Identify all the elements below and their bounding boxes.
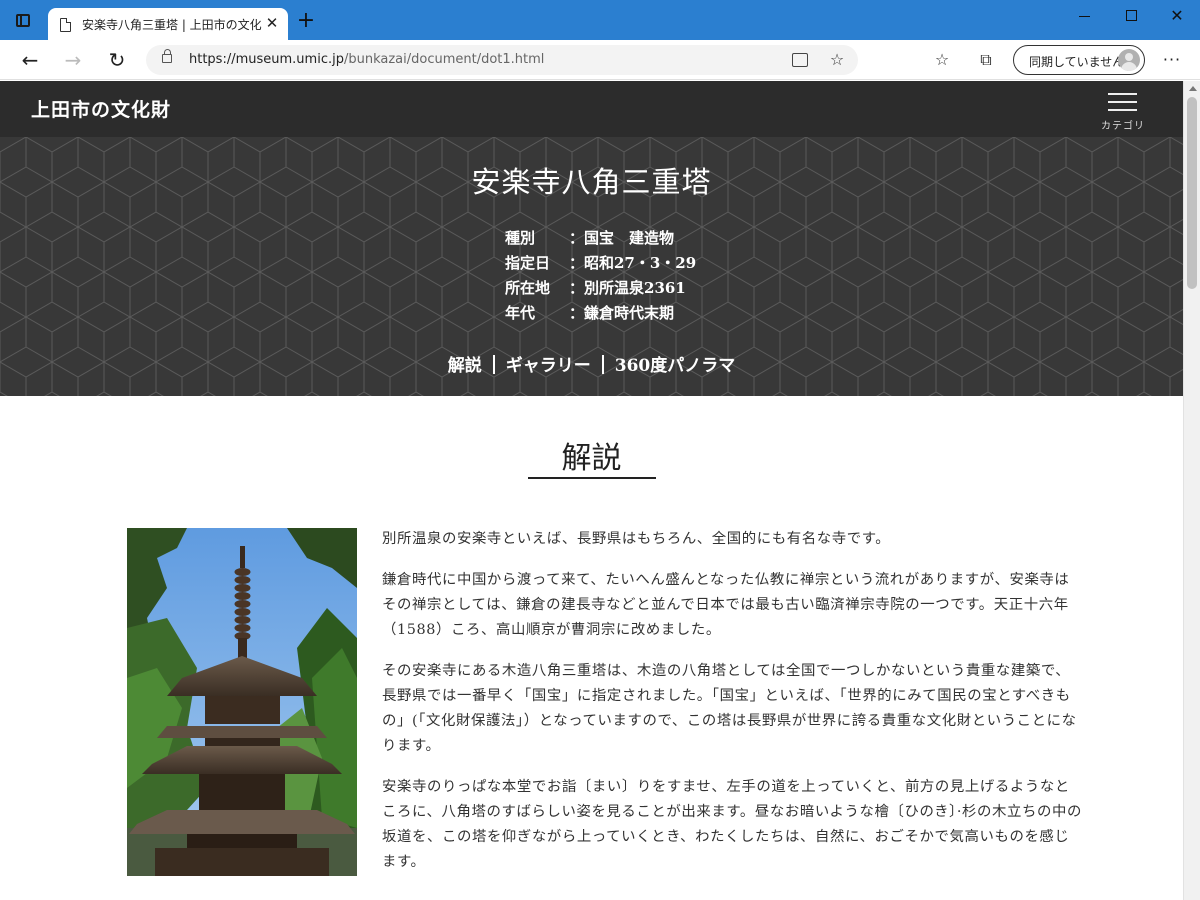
article-paragraph: 安楽寺のりっぱな本堂でお詣〔まい〕りをすませ、左手の道を上っていくと、前方の見上… — [382, 779, 1082, 870]
profile-label: 同期していません — [1029, 55, 1125, 69]
article-paragraph: 別所温泉の安楽寺といえば、長野県はもちろん、全国的にも有名な寺です。 — [382, 531, 891, 547]
window-close-button[interactable]: ✕ — [1160, 4, 1194, 28]
reload-button[interactable]: ↻ — [105, 48, 129, 72]
url-text[interactable]: https://museum.umic.jp/bunkazai/document… — [189, 52, 544, 67]
property-meta: 種別 ：国宝 建造物 指定日 ：昭和27・3・29 所在地 ：別所温泉2361 年代：… — [505, 226, 696, 326]
minimize-button[interactable] — [1068, 4, 1102, 28]
add-favorite-icon[interactable]: ☆ — [828, 51, 846, 69]
browser-titlebar: 安楽寺八角三重塔 | 上田市の文化 ✕ + ✕ — [0, 0, 1200, 41]
page-scrollbar[interactable] — [1183, 81, 1200, 900]
favorites-icon[interactable]: ☆ — [932, 50, 952, 70]
forward-button[interactable]: → — [61, 48, 85, 72]
address-bar[interactable]: https://museum.umic.jp/bunkazai/document… — [146, 45, 858, 75]
article-paragraph: その安楽寺にある木造八角三重塔は、木造の八角塔としては全国で一つしかないという貴… — [382, 663, 1077, 754]
new-tab-button[interactable]: + — [296, 10, 316, 32]
page-icon — [60, 18, 71, 32]
page-viewport: 上田市の文化財 カテゴリ 安楽寺八角三重塔 種別 ：国宝 建造物 指定日 ：昭和… — [0, 81, 1183, 900]
nav-link-gallery[interactable]: ギャラリー — [495, 356, 602, 376]
tab-title: 安楽寺八角三重塔 | 上田市の文化 — [82, 18, 262, 32]
article-paragraph: 鎌倉時代に中国から渡って来て、たいへん盛んとなった仏教に禅宗という流れがあります… — [382, 572, 1070, 638]
maximize-button[interactable] — [1114, 4, 1148, 28]
reader-view-icon[interactable] — [792, 53, 808, 67]
collections-icon[interactable]: ⧉ — [976, 50, 996, 70]
browser-tab-active[interactable]: 安楽寺八角三重塔 | 上田市の文化 ✕ — [48, 8, 288, 41]
section-underline — [528, 477, 656, 479]
nav-link-commentary[interactable]: 解説 — [437, 356, 493, 376]
profile-button[interactable]: 同期していません — [1013, 45, 1145, 75]
pagoda-photo — [127, 528, 357, 876]
hero-banner: 安楽寺八角三重塔 種別 ：国宝 建造物 指定日 ：昭和27・3・29 所在地 ：別所温… — [0, 137, 1183, 396]
avatar — [1118, 49, 1140, 71]
section-heading: 解説 — [561, 441, 622, 476]
section-nav: 解説 ギャラリー 360度パノラマ — [0, 351, 1183, 376]
hamburger-icon — [1108, 93, 1137, 111]
browser-toolbar: ← → ↻ https://museum.umic.jp/bunkazai/do… — [0, 40, 1200, 80]
lock-icon[interactable] — [162, 49, 172, 63]
back-button[interactable]: ← — [18, 48, 42, 72]
nav-link-panorama[interactable]: 360度パノラマ — [604, 356, 747, 376]
meta-row-type: 種別 ：国宝 建造物 — [505, 229, 675, 247]
tab-close-icon[interactable]: ✕ — [264, 14, 280, 32]
category-label: カテゴリ — [1101, 121, 1145, 132]
page-title: 安楽寺八角三重塔 — [471, 165, 712, 199]
meta-row-era: 年代 ：鎌倉時代末期 — [505, 304, 675, 322]
category-menu-button[interactable]: カテゴリ — [1098, 91, 1148, 132]
scrollbar-thumb[interactable] — [1187, 97, 1197, 289]
meta-row-location: 所在地 ：別所温泉2361 — [505, 279, 686, 297]
meta-row-date: 指定日 ：昭和27・3・29 — [505, 254, 697, 272]
settings-menu-icon[interactable]: ··· — [1160, 50, 1184, 70]
article-body: 別所温泉の安楽寺といえば、長野県はもちろん、全国的にも有名な寺です。 鎌倉時代に… — [382, 527, 1082, 891]
scroll-up-icon[interactable] — [1189, 86, 1197, 91]
site-header: 上田市の文化財 カテゴリ — [0, 81, 1183, 137]
tab-actions-icon[interactable] — [10, 10, 38, 32]
site-title[interactable]: 上田市の文化財 — [31, 95, 171, 122]
